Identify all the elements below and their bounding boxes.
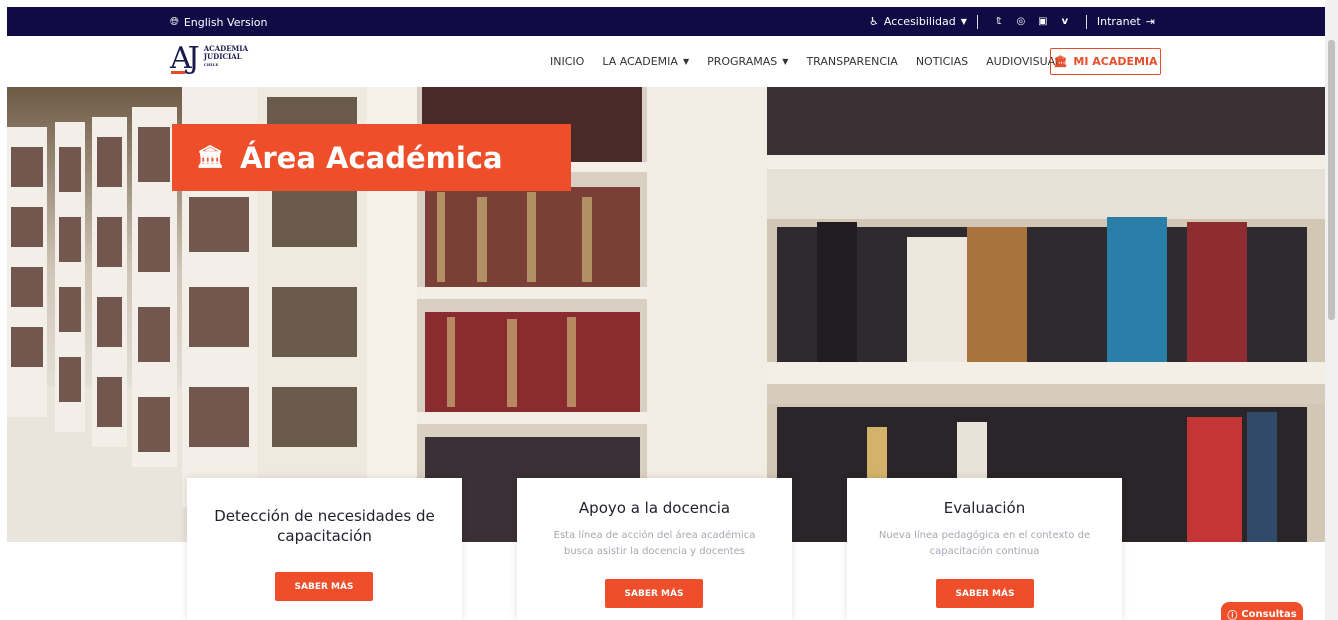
mi-academia-label: MI ACADEMIA [1073, 55, 1158, 68]
main-nav: INICIO LA ACADEMIA ▼ PROGRAMAS ▼ TRANSPARE… [550, 55, 1079, 68]
button-label: SABER MÁS [624, 588, 684, 599]
saber-mas-button[interactable]: SABER MÁS [605, 579, 703, 608]
instagram-icon[interactable]: ◎ [1010, 16, 1032, 27]
top-utility-bar: 🌐︎ English Version ♿︎ Accesibilidad ▼ 𝕥 … [7, 7, 1325, 36]
nav-item-la-academia[interactable]: LA ACADEMIA ▼ [602, 55, 689, 68]
main-navbar: AJ ACADEMIA JUDICIAL CHILE INICIO LA ACA… [7, 36, 1325, 87]
logo-line-3: CHILE [203, 62, 219, 67]
nav-label: TRANSPARENCIA [806, 55, 898, 68]
accessibility-icon: ♿︎ [869, 15, 879, 28]
institution-icon: 🏛︎ [1053, 55, 1068, 68]
nav-label: NOTICIAS [915, 55, 969, 68]
help-circle-icon: ⓘ [1227, 610, 1238, 620]
intranet-link[interactable]: Intranet ⇥ [1097, 15, 1155, 28]
logo-wordmark: ACADEMIA JUDICIAL CHILE [204, 45, 248, 68]
nav-label: INICIO [550, 55, 585, 68]
vimeo-icon[interactable]: v [1054, 16, 1076, 27]
card-title: Detección de necesidades de capacitación [214, 507, 435, 545]
nav-item-programas[interactable]: PROGRAMAS ▼ [707, 55, 788, 68]
login-icon: ⇥ [1145, 15, 1155, 28]
divider [1085, 14, 1087, 29]
nav-label: PROGRAMAS [707, 55, 778, 68]
nav-item-transparencia[interactable]: TRANSPARENCIA [806, 55, 897, 68]
nav-label: LA ACADEMIA [602, 55, 678, 68]
nav-item-noticias[interactable]: NOTICIAS [916, 55, 968, 68]
card-title: Evaluación [943, 499, 1026, 517]
saber-mas-button[interactable]: SABER MÁS [275, 572, 373, 601]
card-deteccion: Detección de necesidades de capacitación… [187, 478, 462, 620]
logo-mark: AJ [170, 41, 200, 76]
consultas-label: Consultas [1241, 608, 1297, 620]
card-description: Nueva línea pedagógica en el contexto de… [878, 530, 1091, 557]
topbar-right-group: ♿︎ Accesibilidad ▼ 𝕥 ◎ ▣ v Intranet ⇥ [869, 14, 1155, 29]
card-title: Apoyo a la docencia [578, 499, 731, 517]
scrollbar-thumb[interactable] [1328, 40, 1335, 320]
accessibility-dropdown[interactable]: ♿︎ Accesibilidad ▼ [869, 15, 967, 28]
button-label: SABER MÁS [294, 581, 354, 592]
card-evaluacion: Evaluación Nueva línea pedagógica en el … [847, 478, 1122, 620]
divider [976, 14, 978, 29]
mi-academia-button[interactable]: 🏛︎ MI ACADEMIA [1050, 48, 1161, 75]
english-version-label: English Version [183, 15, 268, 29]
logo-line-2: JUDICIAL [203, 52, 242, 61]
hero-banner: 🏛︎ Área Académica [7, 87, 1325, 542]
english-version-link[interactable]: 🌐︎ English Version [170, 15, 267, 29]
card-description: Esta línea de acción del área académica … [553, 530, 756, 557]
saber-mas-button[interactable]: SABER MÁS [936, 579, 1034, 608]
consultas-button[interactable]: ⓘ Consultas [1221, 602, 1303, 620]
chevron-down-icon: ▼ [960, 17, 967, 26]
institution-icon: 🏛︎ [196, 145, 224, 170]
chevron-down-icon: ▼ [682, 57, 690, 66]
hero-title-banner: 🏛︎ Área Académica [172, 124, 571, 191]
linkedin-icon[interactable]: ▣ [1032, 16, 1054, 27]
academia-judicial-logo[interactable]: AJ ACADEMIA JUDICIAL CHILE [170, 42, 248, 76]
card-apoyo-docencia: Apoyo a la docencia Esta línea de acción… [517, 478, 792, 620]
chevron-down-icon: ▼ [782, 57, 789, 66]
twitter-icon[interactable]: 𝕥 [988, 16, 1010, 27]
button-label: SABER MÁS [955, 588, 1015, 599]
page-title: Área Académica [239, 140, 503, 175]
globe-icon: 🌐︎ [170, 15, 179, 28]
intranet-label: Intranet [1096, 15, 1141, 28]
accessibility-label: Accesibilidad [883, 15, 956, 28]
nav-item-inicio[interactable]: INICIO [550, 55, 584, 68]
